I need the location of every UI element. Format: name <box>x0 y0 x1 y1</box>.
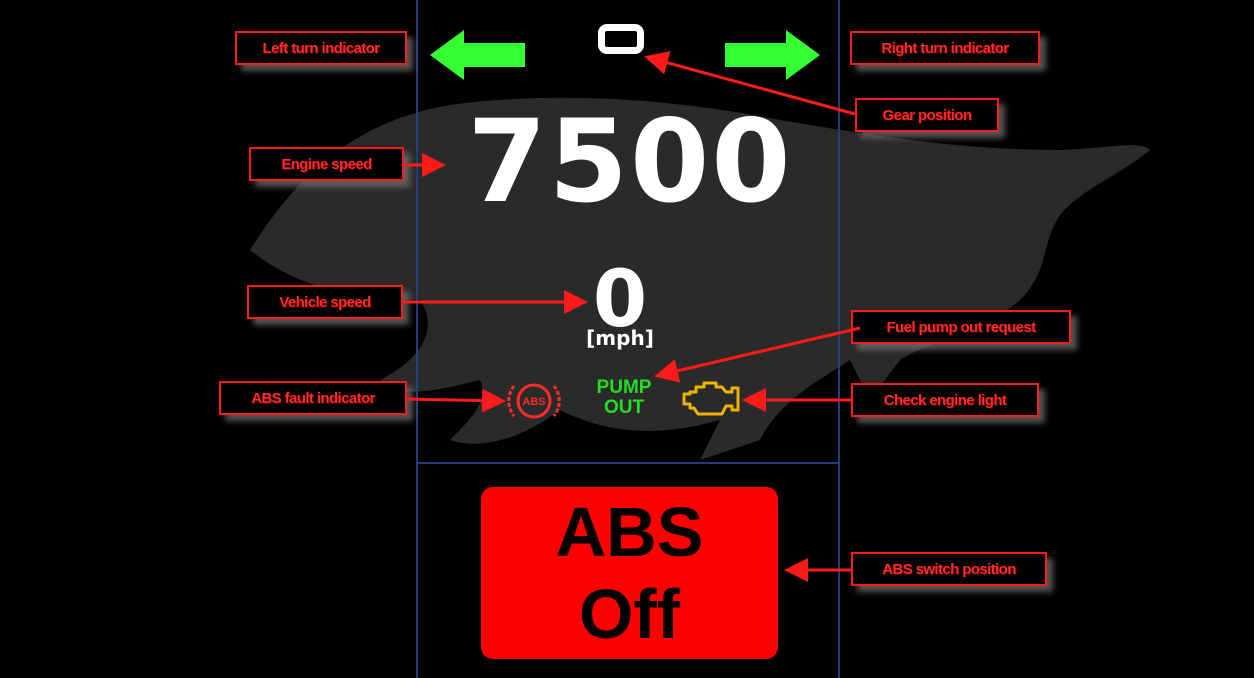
callout-right-turn: Right turn indicator <box>850 31 1040 65</box>
left-turn-arrow-icon <box>430 30 525 80</box>
callout-gear-position: Gear position <box>855 98 999 132</box>
abs-switch-indicator: ABS Off <box>481 487 778 659</box>
left-divider <box>416 0 418 678</box>
speed-unit-label: [mph] <box>586 326 654 350</box>
right-divider <box>838 0 840 678</box>
dashboard-screen: 0 7500 0 [mph] ABS PUMP OUT ABS Off Left… <box>0 0 1254 678</box>
pump-out-line1: PUMP <box>596 377 652 398</box>
engine-icon <box>682 381 740 416</box>
abs-switch-line2: Off <box>578 575 681 653</box>
callout-check-engine: Check engine light <box>851 383 1039 417</box>
abs-switch-line1: ABS <box>555 493 704 571</box>
callout-vehicle-speed: Vehicle speed <box>247 285 403 319</box>
callout-engine-speed: Engine speed <box>249 147 404 181</box>
section-divider <box>418 462 838 464</box>
pump-out-line2: OUT <box>603 397 645 418</box>
abs-warning-icon: ABS <box>507 383 561 419</box>
callout-left-turn: Left turn indicator <box>235 31 407 65</box>
right-turn-arrow-icon <box>725 30 820 80</box>
callout-abs-switch: ABS switch position <box>851 552 1047 586</box>
callout-fuel-pump: Fuel pump out request <box>851 310 1071 344</box>
engine-speed-value: 7500 <box>467 95 793 228</box>
pump-out-indicator: PUMP OUT <box>576 378 672 418</box>
callout-abs-fault: ABS fault indicator <box>219 381 407 415</box>
abs-light-label: ABS <box>522 396 545 408</box>
gear-position-display: 0 <box>598 24 644 54</box>
